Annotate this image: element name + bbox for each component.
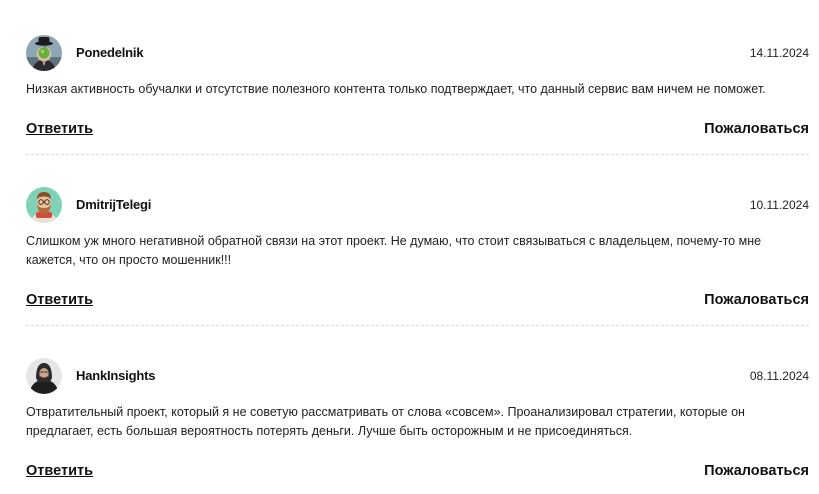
comment-item: HankInsights 08.11.2024 Отвратительный п…	[26, 358, 809, 441]
reply-link[interactable]: Ответить	[26, 463, 93, 479]
bearded-man-cartoon-avatar-icon	[26, 187, 62, 223]
comment-divider	[26, 325, 809, 326]
comment-item: DmitrijTelegi 10.11.2024 Слишком уж мног…	[26, 187, 809, 270]
avatar[interactable]	[26, 358, 62, 394]
comment-date: 08.11.2024	[749, 369, 809, 383]
comment-username: Ponedelnik	[76, 45, 144, 60]
comment-actions: Ответить Пожаловаться	[26, 121, 809, 141]
reply-link[interactable]: Ответить	[26, 292, 93, 308]
comment-username: HankInsights	[76, 368, 156, 383]
comment-header: Ponedelnik 14.11.2024	[26, 35, 809, 71]
report-link[interactable]: Пожаловаться	[704, 121, 809, 137]
comment-actions: Ответить Пожаловаться	[26, 292, 809, 312]
comment-username: DmitrijTelegi	[76, 197, 152, 212]
comment-item: Ponedelnik 14.11.2024 Низкая активность …	[26, 35, 809, 99]
report-link[interactable]: Пожаловаться	[704, 463, 809, 479]
comment-header: DmitrijTelegi 10.11.2024	[26, 187, 809, 223]
apple-face-painting-avatar-icon	[26, 35, 62, 71]
comment-divider	[26, 154, 809, 155]
comment-header: HankInsights 08.11.2024	[26, 358, 809, 394]
reply-link[interactable]: Ответить	[26, 121, 93, 137]
man-in-hoodie-photo-avatar-icon	[26, 358, 62, 394]
comment-date: 14.11.2024	[749, 46, 809, 60]
avatar[interactable]	[26, 35, 62, 71]
comment-text: Отвратительный проект, который я не сове…	[26, 405, 745, 438]
avatar[interactable]	[26, 187, 62, 223]
comment-text: Слишком уж много негативной обратной свя…	[26, 234, 762, 267]
comment-date: 10.11.2024	[749, 198, 809, 212]
report-link[interactable]: Пожаловаться	[704, 292, 809, 308]
comment-text: Низкая активность обучалки и отсутствие …	[26, 82, 766, 96]
comment-actions: Ответить Пожаловаться	[26, 463, 809, 483]
